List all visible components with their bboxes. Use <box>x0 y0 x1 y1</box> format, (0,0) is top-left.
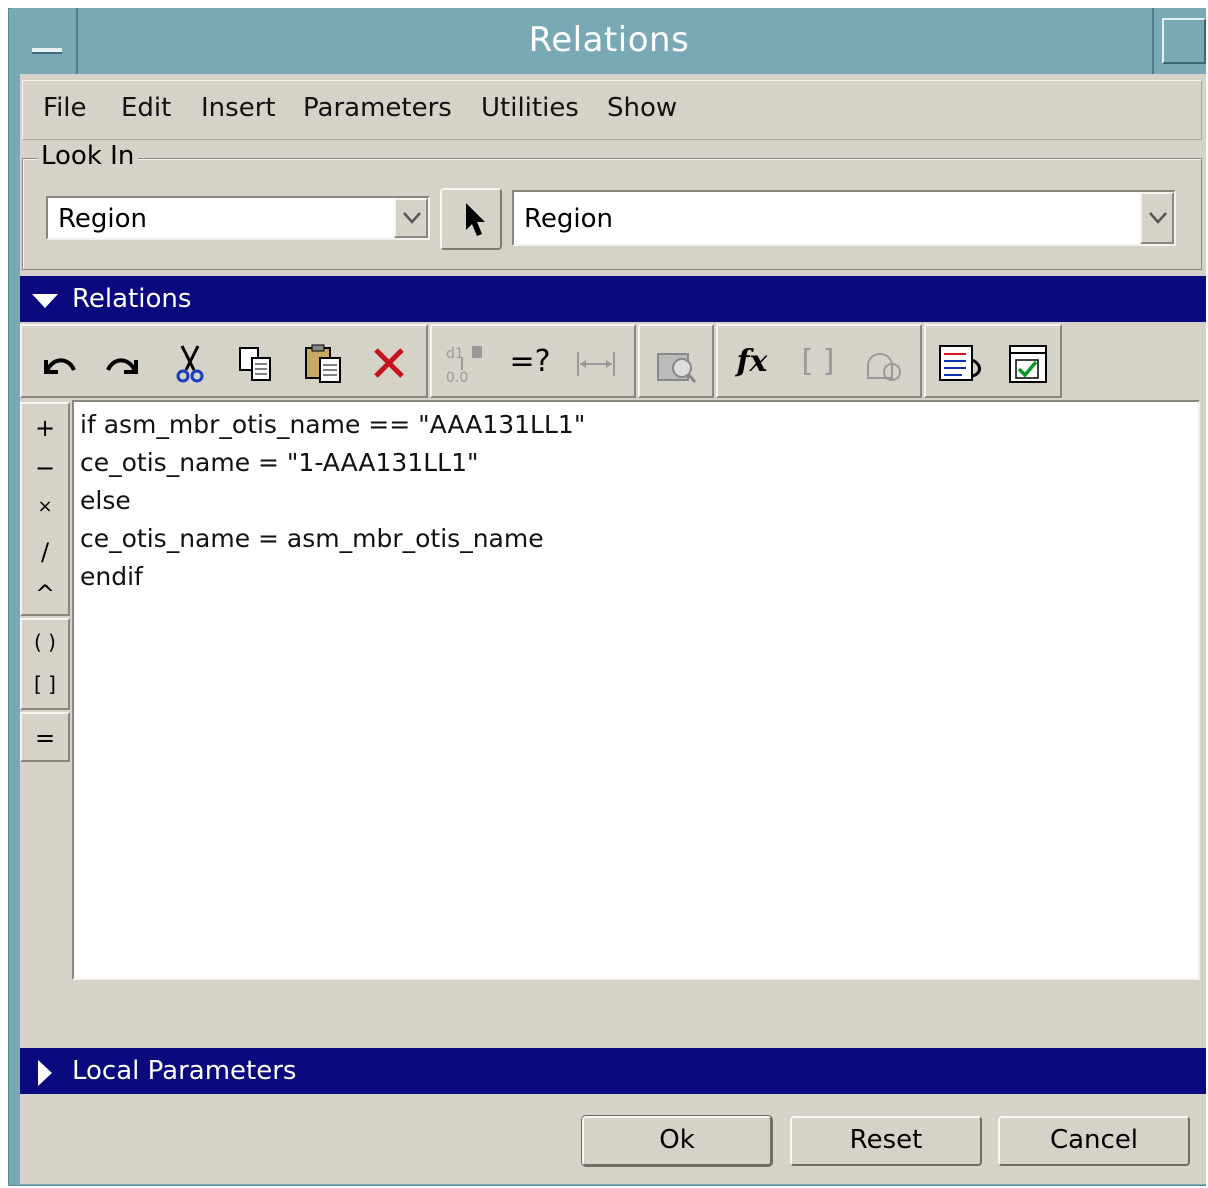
look-in-item-select[interactable]: Region <box>512 190 1176 246</box>
look-in-label: Look In <box>37 141 139 171</box>
minus-button[interactable]: − <box>22 454 68 482</box>
editor-line: ce_otis_name = "1-AAA131LL1" <box>80 448 479 477</box>
toolbar-verify-group <box>638 324 714 398</box>
toolbar-sort-group: d1 0.0 =? <box>430 324 636 398</box>
toolbar-function-group: fx [ ] <box>716 324 922 398</box>
relations-section-label: Relations <box>72 284 192 314</box>
function-icon[interactable]: fx <box>730 344 774 388</box>
relations-toolbar: d1 0.0 =? fx [ ] <box>20 324 1206 400</box>
menu-show[interactable]: Show <box>607 93 677 123</box>
editor-line: if asm_mbr_otis_name == "AAA131LL1" <box>80 410 586 439</box>
look-in-item-value: Region <box>524 204 614 234</box>
triangle-right-icon <box>38 1060 52 1086</box>
reset-button[interactable]: Reset <box>790 1116 982 1166</box>
local-parameters-section-label: Local Parameters <box>72 1056 297 1086</box>
chevron-down-icon <box>1149 212 1167 224</box>
local-parameters-section-header[interactable]: Local Parameters <box>20 1048 1206 1094</box>
chevron-down-icon <box>403 212 421 224</box>
editor-line: ce_otis_name = asm_mbr_otis_name <box>80 524 544 553</box>
toolbar-view-group <box>924 324 1062 398</box>
evaluate-icon[interactable]: =? <box>508 344 552 388</box>
power-button[interactable]: ^ <box>22 580 68 608</box>
parameter-icon[interactable] <box>862 342 906 386</box>
redo-icon[interactable] <box>102 342 146 386</box>
relations-editor[interactable]: if asm_mbr_otis_name == "AAA131LL1" ce_o… <box>72 400 1200 980</box>
operator-group-arithmetic: + − × / ^ <box>20 402 70 616</box>
relations-section-header[interactable]: Relations <box>20 276 1206 322</box>
select-pick-button[interactable] <box>440 188 502 250</box>
menu-parameters[interactable]: Parameters <box>303 93 452 123</box>
arrow-pointer-icon <box>466 203 485 236</box>
brackets-icon[interactable]: [ ] <box>796 344 840 388</box>
equals-button[interactable]: = <box>22 724 68 752</box>
dimension-icon[interactable] <box>574 342 618 386</box>
operator-group-grouping: ( ) [ ] <box>20 618 70 710</box>
undo-icon[interactable] <box>36 342 80 386</box>
menu-insert[interactable]: Insert <box>201 93 276 123</box>
menu-file[interactable]: File <box>43 93 87 123</box>
dialog-body: File Edit Insert Parameters Utilities Sh… <box>20 74 1206 1184</box>
triangle-down-icon <box>32 294 58 308</box>
copy-icon[interactable] <box>234 342 278 386</box>
delete-icon[interactable] <box>368 342 412 386</box>
title-separator-right <box>1152 8 1154 74</box>
show-dimensions-icon[interactable] <box>938 342 982 386</box>
operator-group-assign: = <box>20 712 70 762</box>
toolbar-edit-group <box>20 324 428 398</box>
divide-button[interactable]: / <box>22 538 68 566</box>
menu-utilities[interactable]: Utilities <box>481 93 579 123</box>
maximize-button[interactable] <box>1162 18 1206 64</box>
svg-text:0.0: 0.0 <box>446 370 468 386</box>
parentheses-button[interactable]: ( ) <box>22 630 68 654</box>
editor-line: else <box>80 486 131 515</box>
ok-button[interactable]: Ok <box>582 1116 772 1166</box>
look-in-type-select[interactable]: Region <box>46 196 430 240</box>
verify-icon[interactable] <box>654 342 698 386</box>
plus-button[interactable]: + <box>22 414 68 442</box>
window-title: Relations <box>528 20 690 60</box>
cut-icon[interactable] <box>168 342 212 386</box>
menu-edit[interactable]: Edit <box>121 93 171 123</box>
look-in-type-value: Region <box>58 204 148 234</box>
check-icon[interactable] <box>1006 342 1050 386</box>
editor-line: endif <box>80 562 143 591</box>
sort-relations-icon[interactable]: d1 0.0 <box>442 342 486 386</box>
look-in-type-dropdown[interactable] <box>394 198 428 238</box>
menu-bar: File Edit Insert Parameters Utilities Sh… <box>22 80 1202 140</box>
cancel-button[interactable]: Cancel <box>998 1116 1190 1166</box>
brackets-button[interactable]: [ ] <box>22 672 68 696</box>
paste-icon[interactable] <box>302 342 346 386</box>
look-in-item-dropdown[interactable] <box>1140 192 1174 244</box>
times-button[interactable]: × <box>22 496 68 517</box>
title-bar[interactable]: Relations <box>12 8 1206 74</box>
